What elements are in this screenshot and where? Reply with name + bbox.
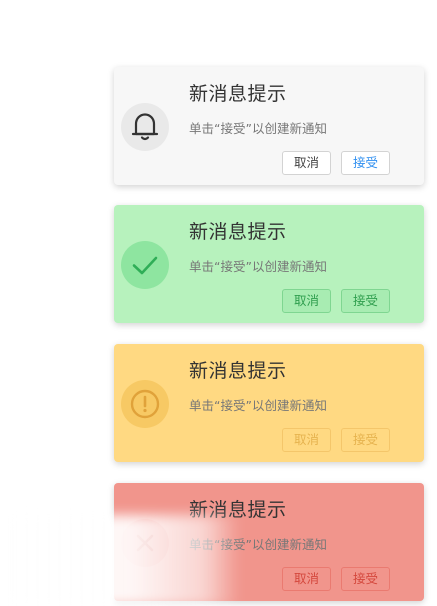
accept-button[interactable]: 接受 — [341, 567, 390, 591]
notification-message: 单击“接受”以创建新通知 — [189, 398, 327, 413]
check-icon — [121, 241, 169, 289]
notification-card-danger: 新消息提示 单击“接受”以创建新通知 取消 接受 — [114, 483, 424, 601]
notification-message: 单击“接受”以创建新通知 — [189, 121, 327, 136]
cancel-button[interactable]: 取消 — [282, 289, 331, 313]
notification-message: 单击“接受”以创建新通知 — [189, 537, 327, 552]
notification-title: 新消息提示 — [189, 221, 287, 243]
error-icon — [121, 519, 169, 567]
bell-icon — [121, 103, 169, 151]
notification-message: 单击“接受”以创建新通知 — [189, 259, 327, 274]
cancel-button[interactable]: 取消 — [282, 567, 331, 591]
notification-title: 新消息提示 — [189, 499, 287, 521]
notification-title: 新消息提示 — [189, 360, 287, 382]
notification-card-success: 新消息提示 单击“接受”以创建新通知 取消 接受 — [114, 205, 424, 323]
exclamation-icon — [121, 380, 169, 428]
notification-stack: 新消息提示 单击“接受”以创建新通知 取消 接受 新消息提示 单击“接受”以创建… — [0, 0, 437, 606]
accept-button[interactable]: 接受 — [341, 289, 390, 313]
accept-button[interactable]: 接受 — [341, 428, 390, 452]
cancel-button[interactable]: 取消 — [282, 151, 331, 175]
accept-button[interactable]: 接受 — [341, 151, 390, 175]
notification-card-warning: 新消息提示 单击“接受”以创建新通知 取消 接受 — [114, 344, 424, 462]
notification-title: 新消息提示 — [189, 83, 287, 105]
notification-card-default: 新消息提示 单击“接受”以创建新通知 取消 接受 — [114, 67, 424, 185]
cancel-button[interactable]: 取消 — [282, 428, 331, 452]
